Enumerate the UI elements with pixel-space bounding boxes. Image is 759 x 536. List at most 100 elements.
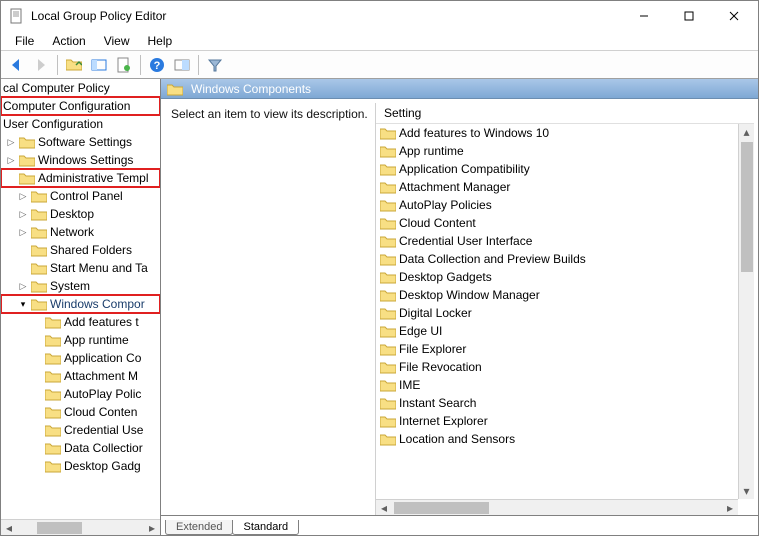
up-button[interactable] — [63, 54, 85, 76]
tree-shared-folders[interactable]: ▷ Shared Folders — [1, 241, 160, 259]
scroll-left-icon[interactable]: ◂ — [1, 520, 17, 535]
folder-icon — [19, 135, 35, 149]
list-item-label: AutoPlay Policies — [399, 198, 492, 212]
tree-h-scrollbar[interactable]: ◂ ▸ — [1, 519, 160, 535]
tree-control-panel[interactable]: ▷ Control Panel — [1, 187, 160, 205]
tree-windows-settings[interactable]: ▷ Windows Settings — [1, 151, 160, 169]
tree-sub[interactable]: ▷ Application Co — [1, 349, 160, 367]
folder-icon — [380, 414, 396, 428]
tree-system[interactable]: ▷ System — [1, 277, 160, 295]
maximize-button[interactable] — [666, 2, 711, 30]
chevron-down-icon[interactable]: ▾ — [17, 298, 29, 310]
tree-root[interactable]: cal Computer Policy — [1, 79, 160, 97]
separator — [140, 55, 141, 75]
tree-sub[interactable]: ▷ App runtime — [1, 331, 160, 349]
list-item[interactable]: Desktop Gadgets — [376, 268, 738, 286]
scroll-thumb[interactable] — [37, 522, 82, 534]
scroll-down-icon[interactable]: ▾ — [739, 483, 754, 499]
tree-software-settings[interactable]: ▷ Software Settings — [1, 133, 160, 151]
tree-start-menu[interactable]: ▷ Start Menu and Ta — [1, 259, 160, 277]
tree-sub[interactable]: ▷ Data Collectior — [1, 439, 160, 457]
scroll-up-icon[interactable]: ▴ — [739, 124, 754, 140]
scroll-right-icon[interactable]: ▸ — [722, 500, 738, 515]
list-item[interactable]: Internet Explorer — [376, 412, 738, 430]
menu-action[interactable]: Action — [44, 32, 93, 50]
tree-sub[interactable]: ▷ Desktop Gadg — [1, 457, 160, 475]
chevron-right-icon[interactable]: ▷ — [17, 208, 29, 220]
folder-icon — [45, 459, 61, 473]
folder-icon — [380, 378, 396, 392]
list-item[interactable]: Attachment Manager — [376, 178, 738, 196]
help-button[interactable]: ? — [146, 54, 168, 76]
properties-button[interactable] — [171, 54, 193, 76]
list-item[interactable]: Data Collection and Preview Builds — [376, 250, 738, 268]
list-item[interactable]: AutoPlay Policies — [376, 196, 738, 214]
folder-icon — [45, 423, 61, 437]
tab-standard[interactable]: Standard — [232, 520, 299, 535]
chevron-right-icon[interactable]: ▷ — [17, 190, 29, 202]
folder-icon — [31, 297, 47, 311]
tree-computer-configuration[interactable]: Computer Configuration — [1, 97, 160, 115]
tree[interactable]: cal Computer Policy Computer Configurati… — [1, 79, 160, 519]
minimize-button[interactable] — [621, 2, 666, 30]
list-h-scrollbar[interactable]: ◂ ▸ — [376, 499, 738, 515]
settings-list[interactable]: Add features to Windows 10App runtimeApp… — [376, 124, 738, 499]
body-area: cal Computer Policy Computer Configurati… — [1, 79, 758, 535]
list-item[interactable]: File Explorer — [376, 340, 738, 358]
tab-extended[interactable]: Extended — [165, 520, 233, 535]
list-item[interactable]: Add features to Windows 10 — [376, 124, 738, 142]
chevron-right-icon[interactable]: ▷ — [17, 226, 29, 238]
back-button[interactable] — [5, 54, 27, 76]
list-item[interactable]: Cloud Content — [376, 214, 738, 232]
folder-icon — [31, 279, 47, 293]
scroll-left-icon[interactable]: ◂ — [376, 500, 392, 515]
list-item[interactable]: IME — [376, 376, 738, 394]
chevron-right-icon[interactable]: ▷ — [5, 154, 17, 166]
folder-icon — [380, 432, 396, 446]
list-item[interactable]: Credential User Interface — [376, 232, 738, 250]
list-item[interactable]: Application Compatibility — [376, 160, 738, 178]
tree-sub[interactable]: ▷ AutoPlay Polic — [1, 385, 160, 403]
list-item[interactable]: File Revocation — [376, 358, 738, 376]
separator — [57, 55, 58, 75]
close-button[interactable] — [711, 2, 756, 30]
list-item[interactable]: Location and Sensors — [376, 430, 738, 448]
forward-button[interactable] — [30, 54, 52, 76]
details-pane: Windows Components Select an item to vie… — [161, 79, 758, 535]
folder-icon — [380, 396, 396, 410]
list-item[interactable]: App runtime — [376, 142, 738, 160]
menu-view[interactable]: View — [96, 32, 138, 50]
menu-help[interactable]: Help — [140, 32, 181, 50]
tree-administrative-templates[interactable]: ▼ Administrative Templ — [1, 169, 160, 187]
chevron-right-icon[interactable]: ▷ — [5, 136, 17, 148]
menu-file[interactable]: File — [7, 32, 42, 50]
list-item[interactable]: Desktop Window Manager — [376, 286, 738, 304]
list-item[interactable]: Instant Search — [376, 394, 738, 412]
settings-column: Setting Add features to Windows 10App ru… — [375, 103, 754, 515]
folder-icon — [19, 153, 35, 167]
list-item[interactable]: Edge UI — [376, 322, 738, 340]
tree-sub[interactable]: ▷ Add features t — [1, 313, 160, 331]
tree-sub[interactable]: ▷ Attachment M — [1, 367, 160, 385]
scroll-right-icon[interactable]: ▸ — [144, 520, 160, 535]
chevron-right-icon[interactable]: ▷ — [17, 280, 29, 292]
filter-button[interactable] — [204, 54, 226, 76]
folder-icon — [380, 198, 396, 212]
column-header-setting[interactable]: Setting — [376, 103, 754, 123]
tree-sub[interactable]: ▷ Credential Use — [1, 421, 160, 439]
tree-windows-components[interactable]: ▾ Windows Compor — [1, 295, 160, 313]
show-hide-tree-button[interactable] — [88, 54, 110, 76]
tree-sub[interactable]: ▷ Cloud Conten — [1, 403, 160, 421]
tree-desktop[interactable]: ▷ Desktop — [1, 205, 160, 223]
scroll-thumb[interactable] — [741, 142, 753, 272]
tree-user-configuration[interactable]: User Configuration — [1, 115, 160, 133]
folder-icon — [31, 243, 47, 257]
list-v-scrollbar[interactable]: ▴ ▾ — [738, 124, 754, 499]
folder-icon — [19, 171, 35, 185]
scroll-thumb[interactable] — [394, 502, 489, 514]
list-item[interactable]: Digital Locker — [376, 304, 738, 322]
list-item-label: Edge UI — [399, 324, 442, 338]
folder-icon — [45, 351, 61, 365]
tree-network[interactable]: ▷ Network — [1, 223, 160, 241]
export-button[interactable] — [113, 54, 135, 76]
